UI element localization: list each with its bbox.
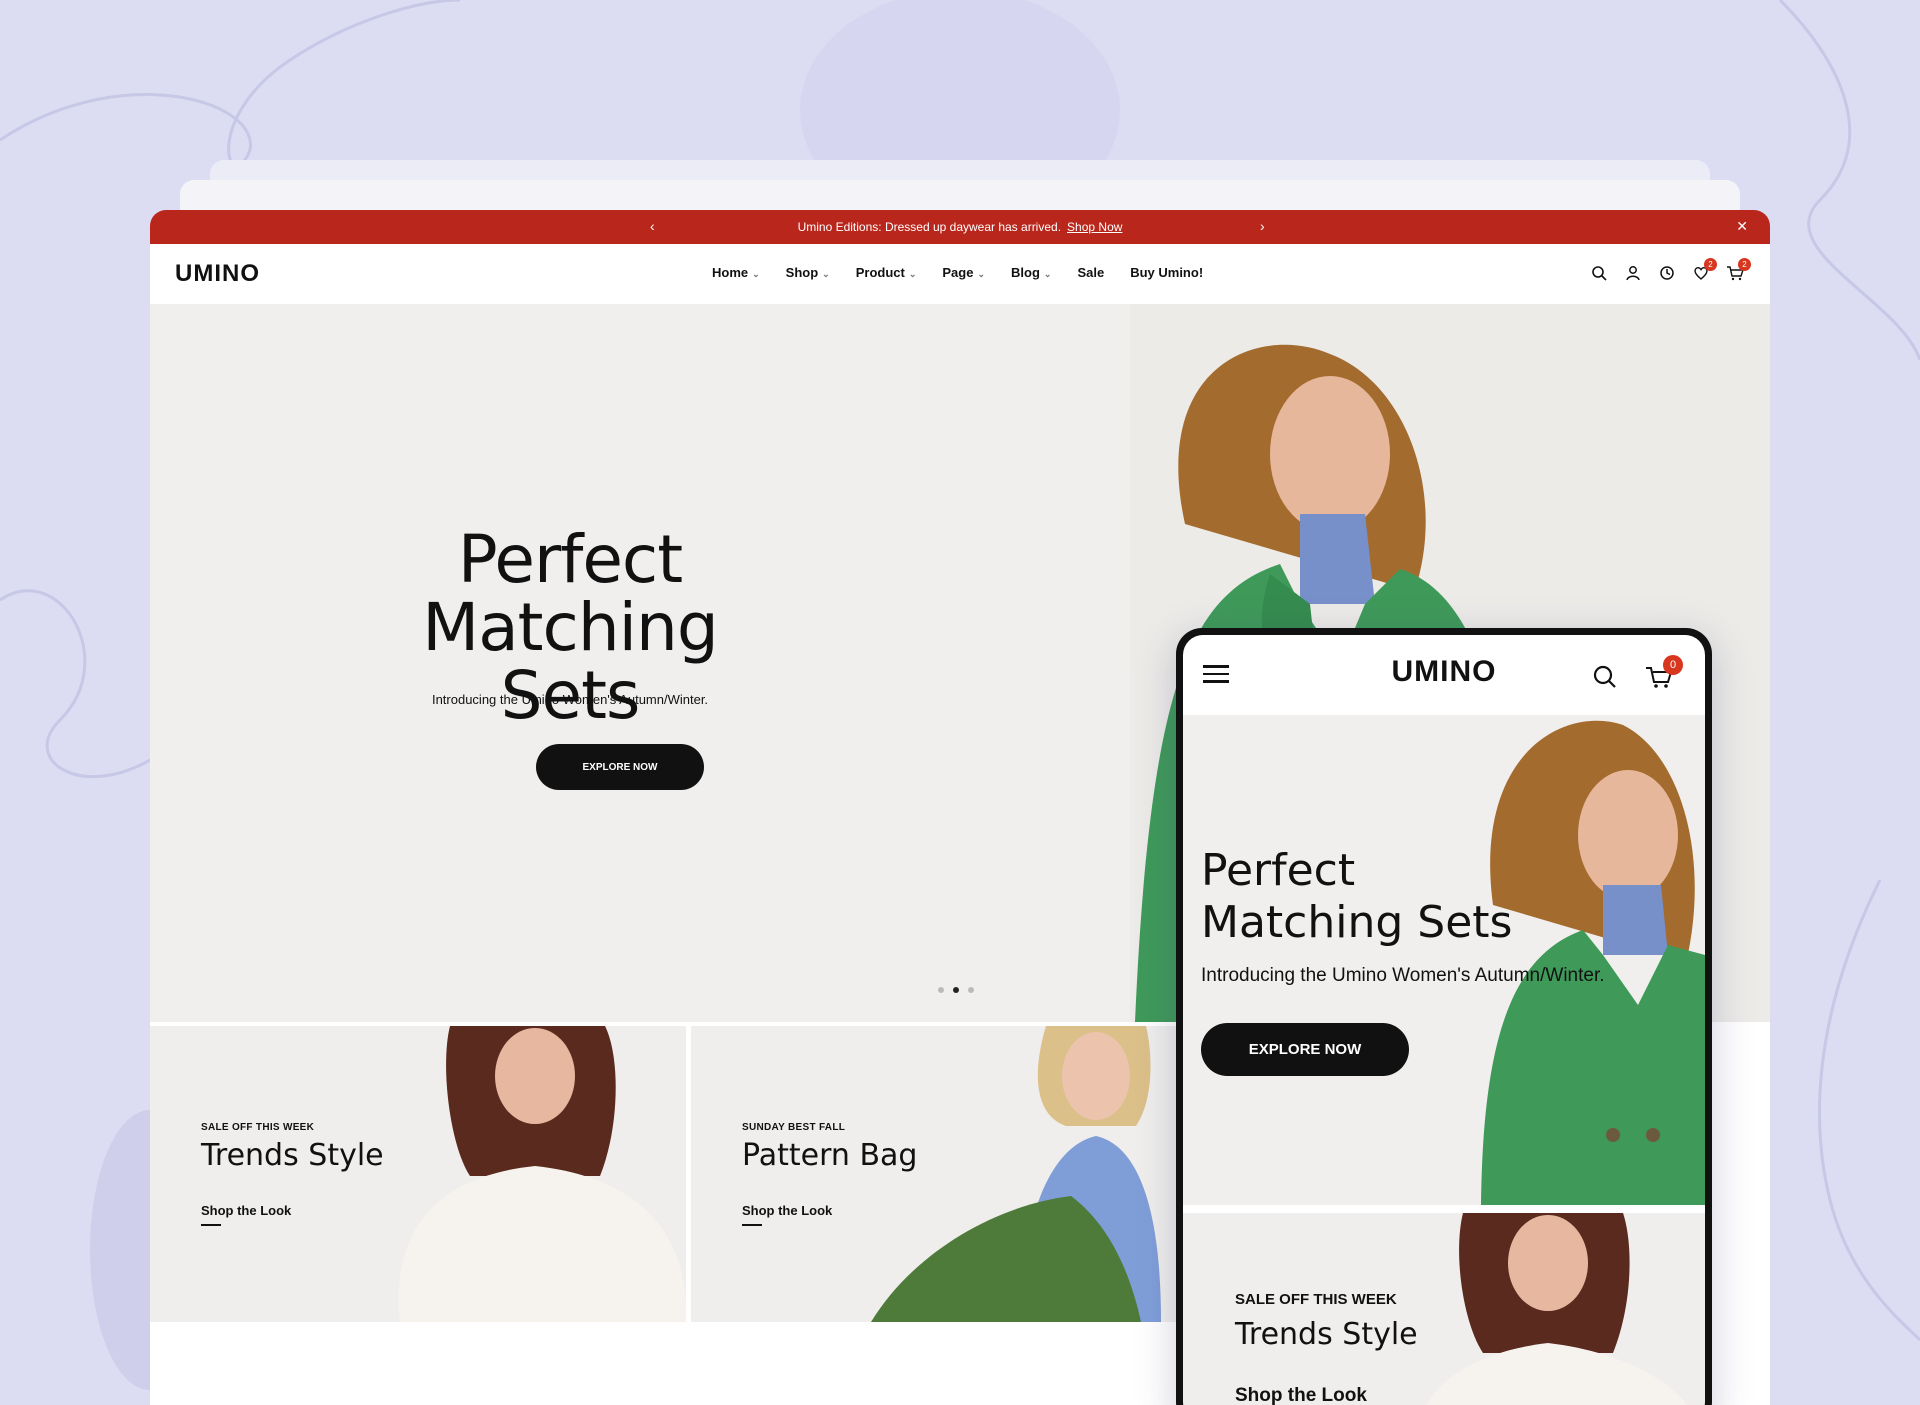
nav-item-blog[interactable]: Blog ⌄: [1011, 265, 1051, 280]
hero-subtitle: Introducing the Umino Women's Autumn/Win…: [431, 692, 709, 707]
promo-eyebrow: SALE OFF THIS WEEK: [201, 1122, 315, 1133]
mobile-promo-title: Trends Style: [1235, 1317, 1418, 1352]
slider-dot-3[interactable]: [968, 987, 974, 993]
mobile-device-frame: UMINO 0 Perfect Matching Sets Introducing…: [1176, 628, 1712, 1405]
mobile-promo-card[interactable]: SALE OFF THIS WEEK Trends Style Shop the…: [1183, 1213, 1705, 1405]
promo-image-trends: [398, 1026, 686, 1322]
nav-item-shop[interactable]: Shop ⌄: [786, 265, 830, 280]
mobile-cart-count-badge: 0: [1663, 655, 1683, 675]
wishlist-icon[interactable]: 2: [1692, 258, 1717, 282]
announcement-text: Umino Editions: Dressed up daywear has a…: [797, 220, 1062, 234]
mobile-hero-subtitle: Introducing the Umino Women's Autumn/Win…: [1201, 965, 1605, 986]
promo-title: Trends Style: [201, 1138, 384, 1173]
search-icon[interactable]: [1590, 264, 1608, 282]
chevron-down-icon: ⌄: [752, 269, 760, 279]
mobile-search-icon[interactable]: [1593, 665, 1617, 694]
announcement-bar: ‹ Umino Editions: Dressed up daywear has…: [150, 210, 1770, 244]
wishlist-count-badge: 2: [1704, 258, 1717, 271]
promo-title: Pattern Bag: [742, 1138, 918, 1173]
mobile-explore-now-button[interactable]: EXPLORE NOW: [1201, 1023, 1409, 1076]
mobile-hero-model-image: [1481, 720, 1705, 1205]
chevron-down-icon: ⌄: [822, 269, 830, 279]
slider-dots: [938, 987, 974, 993]
recent-icon[interactable]: [1658, 264, 1676, 282]
cart-count-badge: 2: [1738, 258, 1751, 271]
mobile-screen: UMINO 0 Perfect Matching Sets Introducing…: [1183, 635, 1705, 1405]
shop-the-look-link[interactable]: Shop the Look: [201, 1203, 291, 1218]
mobile-hero-banner: Perfect Matching Sets Introducing the Umi…: [1183, 715, 1705, 1205]
chevron-down-icon: ⌄: [1043, 269, 1052, 279]
chevron-down-icon: ⌄: [908, 269, 917, 279]
promo-eyebrow: SUNDAY BEST FALL: [742, 1122, 846, 1133]
mobile-shop-the-look-link[interactable]: Shop the Look: [1235, 1385, 1367, 1405]
announcement-link[interactable]: Shop Now: [1067, 220, 1122, 234]
nav-item-home[interactable]: Home ⌄: [712, 265, 760, 280]
main-menu: Home ⌄ Shop ⌄ Product ⌄ Page ⌄ Blog ⌄ Sale Bu…: [712, 265, 1203, 280]
promo-card-trends[interactable]: SALE OFF THIS WEEK Trends Style Shop the…: [150, 1026, 686, 1322]
mobile-hero-title: Perfect Matching Sets: [1201, 845, 1513, 948]
brand-logo[interactable]: UMINO: [175, 260, 260, 288]
chevron-left-icon[interactable]: ‹: [650, 218, 655, 234]
mobile-brand-logo[interactable]: UMINO: [1183, 655, 1705, 689]
mobile-cart-icon[interactable]: 0: [1645, 655, 1683, 694]
close-icon[interactable]: ✕: [1736, 218, 1748, 235]
account-icon[interactable]: [1624, 264, 1642, 282]
mobile-promo-eyebrow: SALE OFF THIS WEEK: [1235, 1291, 1397, 1308]
nav-item-page[interactable]: Page ⌄: [942, 265, 985, 280]
header-tools: 2 2: [1590, 258, 1751, 282]
cart-icon[interactable]: 2: [1726, 258, 1751, 282]
nav-item-sale[interactable]: Sale: [1077, 265, 1104, 280]
mobile-promo-image: [1426, 1213, 1688, 1405]
chevron-down-icon: ⌄: [977, 269, 986, 279]
chevron-right-icon[interactable]: ›: [1260, 218, 1265, 234]
promo-image-pattern-bag: [871, 1026, 1161, 1322]
explore-now-button[interactable]: EXPLORE NOW: [536, 744, 704, 790]
slider-dot-2[interactable]: [953, 987, 959, 993]
mobile-header: UMINO 0: [1183, 635, 1705, 715]
nav-item-buy[interactable]: Buy Umino!: [1130, 265, 1203, 280]
shop-the-look-link[interactable]: Shop the Look: [742, 1203, 832, 1218]
link-underline: [201, 1224, 221, 1226]
nav-item-product[interactable]: Product ⌄: [856, 265, 917, 280]
link-underline: [742, 1224, 762, 1226]
promo-card-pattern-bag[interactable]: SUNDAY BEST FALL Pattern Bag Shop the Lo…: [691, 1026, 1227, 1322]
slider-dot-1[interactable]: [938, 987, 944, 993]
main-header: UMINO Home ⌄ Shop ⌄ Product ⌄ Page ⌄ Blog ⌄ S…: [150, 244, 1770, 304]
